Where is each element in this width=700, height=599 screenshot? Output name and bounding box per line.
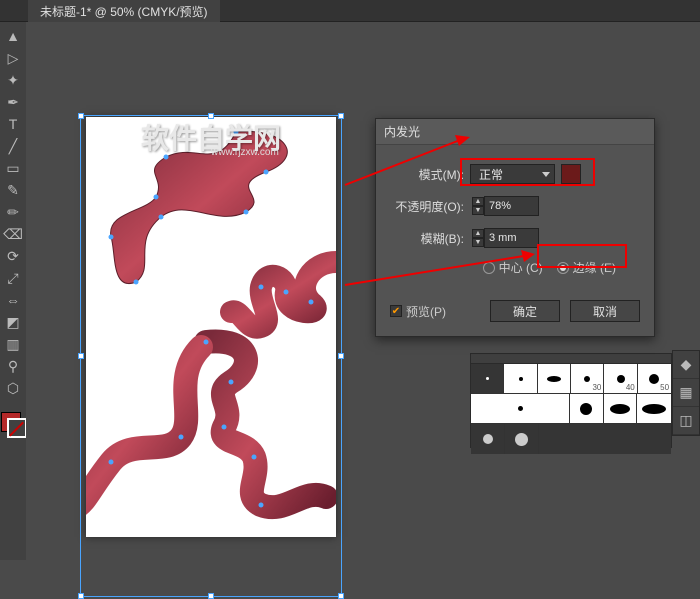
blur-label: 模糊(B):: [390, 230, 470, 247]
rect-tool-icon[interactable]: ▭: [2, 158, 24, 178]
gradient-tool-icon[interactable]: ▥: [2, 334, 24, 354]
cancel-button[interactable]: 取消: [570, 300, 640, 322]
brush-swatch[interactable]: [471, 394, 570, 423]
dialog-title[interactable]: 内发光: [376, 119, 654, 145]
panel-tab-icon[interactable]: ◆: [673, 351, 699, 379]
brush-swatch[interactable]: [538, 364, 571, 393]
inner-glow-dialog: 内发光 模式(M): 正常 不透明度(O): ▲▼ 模糊(B): ▲▼ 中心 (…: [375, 118, 655, 337]
direct-select-tool-icon[interactable]: ▷: [2, 48, 24, 68]
wand-tool-icon[interactable]: ✦: [2, 70, 24, 90]
opacity-stepper[interactable]: ▲▼: [472, 197, 484, 215]
resize-handle[interactable]: [78, 113, 84, 119]
resize-handle[interactable]: [78, 353, 84, 359]
watermark-url: www.rjzxw.com: [211, 147, 279, 158]
selection-tool-icon[interactable]: ▲: [2, 26, 24, 46]
width-tool-icon[interactable]: ⇔: [2, 290, 24, 310]
document-tab[interactable]: 未标题-1* @ 50% (CMYK/预览): [28, 0, 220, 23]
panel-dock: ◆ ▦ ◫: [672, 350, 700, 436]
blur-stepper[interactable]: ▲▼: [472, 229, 484, 247]
pen-tool-icon[interactable]: ✒: [2, 92, 24, 112]
rotate-tool-icon[interactable]: ⟳: [2, 246, 24, 266]
brush-swatch[interactable]: [504, 364, 537, 393]
brush-swatch[interactable]: 40: [604, 364, 637, 393]
resize-handle[interactable]: [78, 593, 84, 599]
checkbox-on-icon: ✔: [390, 305, 402, 317]
radio-on-icon: [557, 262, 569, 274]
brush-swatch[interactable]: [539, 424, 671, 454]
brush-swatch[interactable]: 30: [571, 364, 604, 393]
brush-swatch[interactable]: [471, 424, 505, 454]
brush-swatch[interactable]: [604, 394, 638, 423]
brush-swatch[interactable]: [505, 424, 539, 454]
opacity-input[interactable]: [484, 196, 539, 216]
radio-off-icon: [483, 262, 495, 274]
ok-button[interactable]: 确定: [490, 300, 560, 322]
shape-tool-icon[interactable]: ◩: [2, 312, 24, 332]
resize-handle[interactable]: [338, 593, 344, 599]
resize-handle[interactable]: [338, 113, 344, 119]
resize-handle[interactable]: [338, 353, 344, 359]
selection-bounding-box: [80, 115, 342, 597]
document-tab-bar: 未标题-1* @ 50% (CMYK/预览): [0, 0, 700, 22]
glow-color-swatch[interactable]: [561, 164, 581, 184]
brushes-panel: 30 40 50: [470, 353, 672, 448]
mode-select[interactable]: 正常: [470, 164, 555, 184]
preview-checkbox[interactable]: ✔ 预览(P): [390, 303, 446, 320]
brush-swatch[interactable]: 50: [638, 364, 671, 393]
opacity-label: 不透明度(O):: [390, 198, 470, 215]
brush-swatch[interactable]: [471, 364, 504, 393]
blur-input[interactable]: [484, 228, 539, 248]
stroke-swatch[interactable]: [7, 418, 27, 438]
line-tool-icon[interactable]: ╱: [2, 136, 24, 156]
brush-tool-icon[interactable]: ✎: [2, 180, 24, 200]
brush-swatch[interactable]: [570, 394, 604, 423]
chevron-down-icon: [542, 172, 550, 177]
edge-radio[interactable]: 边缘 (E): [557, 259, 616, 276]
eyedropper-tool-icon[interactable]: ⚲: [2, 356, 24, 376]
type-tool-icon[interactable]: T: [2, 114, 24, 134]
eraser-tool-icon[interactable]: ⌫: [2, 224, 24, 244]
brush-swatch[interactable]: [637, 394, 671, 423]
panel-tab-icon[interactable]: ◫: [673, 407, 699, 435]
center-radio[interactable]: 中心 (C): [483, 259, 543, 276]
mode-label: 模式(M):: [390, 166, 470, 183]
scale-tool-icon[interactable]: ⤢: [2, 268, 24, 288]
blend-tool-icon[interactable]: ⬡: [2, 378, 24, 398]
panel-tab-icon[interactable]: ▦: [673, 379, 699, 407]
resize-handle[interactable]: [208, 593, 214, 599]
panel-drag-handle[interactable]: [471, 354, 671, 364]
tool-panel: ▲ ▷ ✦ ✒ T ╱ ▭ ✎ ✏ ⌫ ⟳ ⤢ ⇔ ◩ ▥ ⚲ ⬡: [0, 22, 26, 560]
pencil-tool-icon[interactable]: ✏: [2, 202, 24, 222]
